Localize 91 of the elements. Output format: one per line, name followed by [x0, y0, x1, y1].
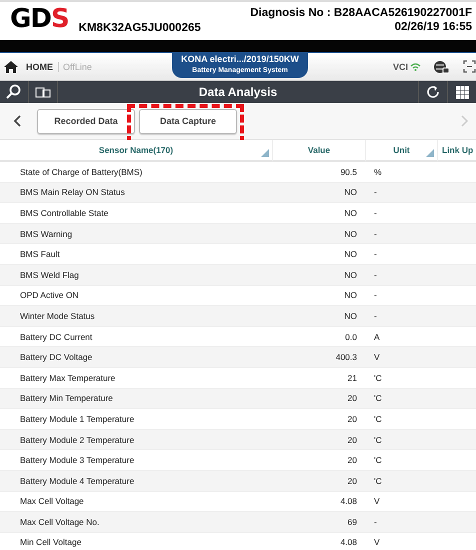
sensor-unit: A	[374, 332, 380, 342]
sensor-unit: 'C	[374, 434, 382, 445]
table-row[interactable]: Battery Module 2 Temperature 20 'C	[0, 430, 476, 450]
vin-number: KM8K32AG5JU000265	[78, 22, 201, 34]
column-header[interactable]: Value	[308, 145, 330, 155]
sensor-value: 90.5	[340, 166, 357, 177]
sensor-name: Battery Module 3 Temperature	[20, 455, 134, 466]
sensor-value: NO	[344, 290, 357, 300]
sensor-value: 0.0	[345, 332, 357, 342]
sensor-value: 400.3	[336, 352, 357, 362]
sensor-unit: -	[374, 187, 377, 198]
tab[interactable]: Recorded Data	[37, 108, 135, 134]
vehicle-name: KONA electri.../2019/150KW	[180, 53, 300, 65]
sensor-value: NO	[344, 228, 357, 239]
sensor-unit: -	[374, 310, 377, 321]
sensor-value: 20	[348, 434, 357, 445]
table-row[interactable]: Battery Min Temperature 20 'C	[0, 388, 476, 410]
sensor-name: BMS Controllable State	[20, 208, 108, 218]
table-row[interactable]: BMS Weld Flag NO -	[0, 264, 476, 286]
column-header[interactable]: Unit	[393, 145, 410, 155]
refresh-icon[interactable]	[426, 85, 440, 99]
sensor-value: 21	[348, 372, 357, 383]
wireless-icon	[410, 62, 421, 70]
sensor-unit: -	[374, 290, 377, 300]
left-chevron-icon[interactable]	[13, 115, 21, 127]
sensor-name: BMS Warning	[20, 228, 72, 239]
sensor-unit: 'C	[374, 414, 382, 424]
grid-icon[interactable]	[456, 86, 468, 98]
table-row[interactable]: Battery DC Voltage 400.3 V	[0, 347, 476, 368]
sensor-name: Battery Module 2 Temperature	[20, 434, 134, 445]
home-link[interactable]: HOME	[26, 62, 53, 72]
sensor-unit: V	[374, 496, 380, 506]
sensor-name: State of Charge of Battery(BMS)	[20, 166, 142, 177]
app-logo: GDS	[10, 6, 69, 32]
sensor-unit: -	[374, 228, 377, 239]
sensor-name: Battery Module 4 Temperature	[20, 476, 134, 486]
sensor-value: 20	[348, 455, 357, 466]
table-row[interactable]: BMS Warning NO -	[0, 224, 476, 244]
table-row[interactable]: Battery Module 4 Temperature 20 'C	[0, 470, 476, 492]
vci-label: VCI	[392, 62, 408, 72]
sensor-name: Battery Min Temperature	[20, 393, 113, 404]
sensor-unit: -	[374, 208, 377, 218]
sensor-unit: -	[374, 270, 377, 280]
sensor-name: Max Cell Voltage No.	[20, 516, 100, 527]
sensor-name: OPD Active ON	[20, 290, 79, 300]
search-icon[interactable]	[6, 84, 22, 100]
date-time: 02/26/19 16:55	[394, 20, 472, 34]
screen-title: Data Analysis	[198, 85, 278, 99]
sensor-name: Battery DC Voltage	[20, 352, 92, 362]
table-row[interactable]: Max Cell Voltage 4.08 V	[0, 492, 476, 512]
column-header[interactable]: Sensor Name(170)	[98, 145, 174, 155]
home-icon[interactable]	[4, 60, 18, 72]
table-row[interactable]: BMS Main Relay ON Status NO -	[0, 182, 476, 204]
sensor-value: 69	[348, 516, 357, 527]
scan-frame-icon[interactable]	[463, 60, 476, 73]
sensor-value: NO	[344, 310, 357, 321]
table-row[interactable]: OPD Active ON NO -	[0, 286, 476, 306]
sensor-name: BMS Main Relay ON Status	[20, 187, 125, 198]
sensor-unit: %	[374, 166, 382, 177]
sensor-value: NO	[344, 187, 357, 198]
sensor-unit: 'C	[374, 455, 382, 466]
sensor-value: 4.08	[340, 537, 357, 548]
sensor-unit: 'C	[374, 476, 382, 486]
sensor-unit: 'C	[374, 393, 382, 404]
sensor-value: 4.08	[340, 496, 357, 506]
sensor-unit: 'C	[374, 372, 382, 383]
connection-mode: OffLine	[58, 62, 92, 72]
sensor-value: NO	[344, 270, 357, 280]
sensor-name: BMS Fault	[20, 249, 60, 260]
sensor-value: NO	[344, 249, 357, 260]
sensor-unit: V	[374, 352, 380, 362]
tab[interactable]: Data Capture	[139, 108, 237, 134]
sensor-name: Min Cell Voltage	[20, 537, 82, 548]
sensor-name: Battery Max Temperature	[20, 372, 116, 383]
table-row[interactable]: Winter Mode Status NO -	[0, 306, 476, 327]
diagnosis-number: Diagnosis No : B28AACA526190227001F	[250, 6, 472, 20]
sensor-name: BMS Weld Flag	[20, 270, 79, 280]
sensor-value: 20	[348, 393, 357, 404]
sensor-name: Winter Mode Status	[20, 310, 95, 321]
sensor-name: Battery DC Current	[20, 332, 92, 342]
sensor-value: 20	[348, 476, 357, 486]
sensor-unit: V	[374, 537, 380, 548]
table-row[interactable]: Min Cell Voltage 4.08 V	[0, 532, 476, 550]
sensor-name: Max Cell Voltage	[20, 496, 84, 506]
table-row[interactable]: Max Cell Voltage No. 69 -	[0, 512, 476, 533]
sensor-unit: -	[374, 516, 377, 527]
column-header[interactable]: Link Up	[442, 145, 474, 155]
sensor-unit: -	[374, 249, 377, 260]
sensor-value: NO	[344, 208, 357, 218]
sensor-name: Battery Module 1 Temperature	[20, 414, 134, 424]
sensor-value: 20	[348, 414, 357, 424]
